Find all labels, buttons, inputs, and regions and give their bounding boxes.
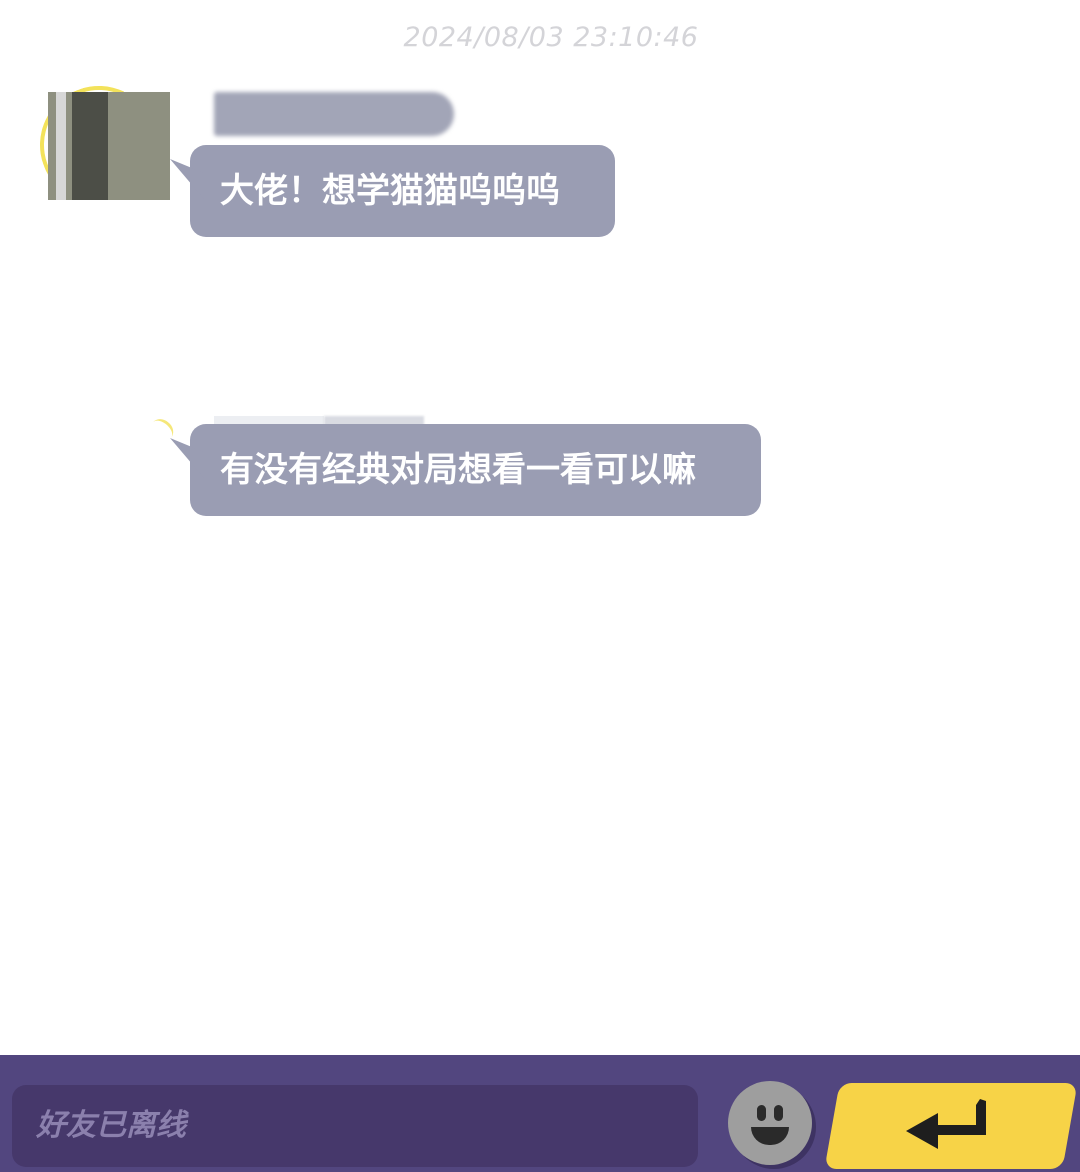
chat-bubble[interactable]: 有没有经典对局想看一看可以嘛: [190, 424, 761, 516]
message-text: 大佬！想学猫猫呜呜呜: [220, 171, 560, 211]
sender-name-blurred: [214, 92, 454, 136]
message-input[interactable]: 好友已离线: [12, 1085, 698, 1167]
avatar-image: [48, 92, 170, 200]
enter-return-icon: [906, 1099, 986, 1149]
chat-screen: 2024/08/03 23:10:46 大佬！想学猫猫呜呜呜 有没有经典对局想看…: [0, 0, 1080, 1172]
message-text: 有没有经典对局想看一看可以嘛: [220, 450, 696, 490]
message-timestamp: 2024/08/03 23:10:46: [403, 22, 699, 53]
emoji-button[interactable]: [728, 1081, 812, 1165]
send-button[interactable]: [824, 1083, 1078, 1169]
chat-bubble[interactable]: 大佬！想学猫猫呜呜呜: [190, 145, 615, 237]
avatar[interactable]: [40, 86, 170, 204]
input-bar: 好友已离线: [0, 1055, 1080, 1172]
input-placeholder: 好友已离线: [36, 1108, 186, 1143]
